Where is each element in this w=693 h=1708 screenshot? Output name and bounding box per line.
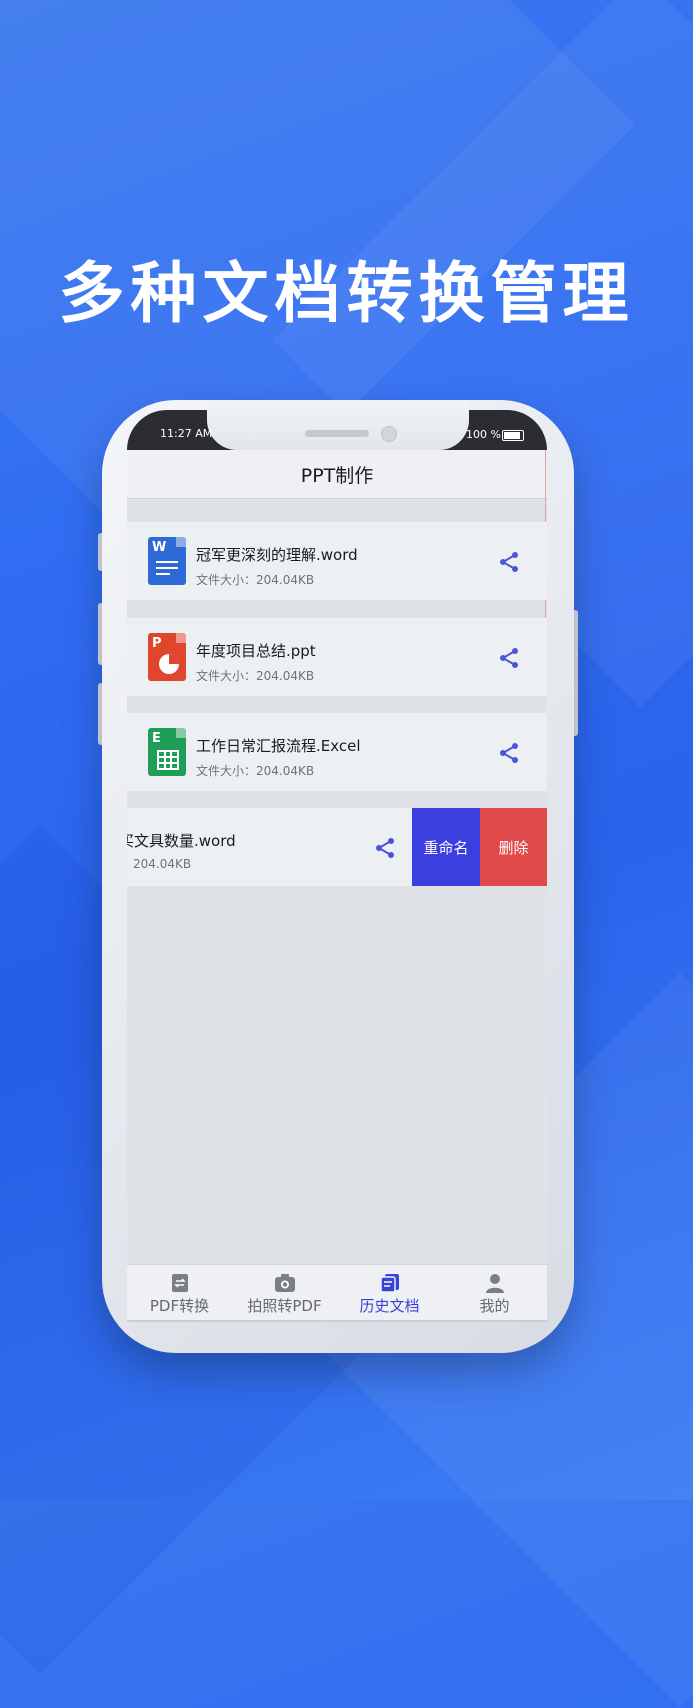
- page-title: PPT制作: [300, 464, 374, 487]
- promo-headline: 多种文档转换管理: [58, 255, 635, 332]
- tab-bar: PDF转换 拍照转PDF 历史文档 我的: [127, 1264, 547, 1322]
- delete-button[interactable]: 删除: [480, 808, 547, 886]
- tab-label: 拍照转PDF: [247, 1297, 322, 1315]
- share-icon[interactable]: [497, 550, 521, 574]
- camera-icon: [274, 1274, 295, 1292]
- phone-camera: [381, 426, 397, 442]
- share-icon[interactable]: [373, 836, 397, 860]
- share-icon[interactable]: [497, 741, 521, 765]
- status-battery: 100 %: [466, 428, 501, 441]
- rename-button[interactable]: 重命名: [412, 808, 480, 886]
- app-screen: PPT制作 W 冠军更深刻的理解.word 文件大小：204.04KB P 年度…: [127, 450, 547, 1322]
- file-name: 工作日常汇报流程.Excel: [196, 737, 361, 755]
- excel-file-icon: E: [148, 728, 186, 776]
- nav-bar: PPT制作: [127, 450, 547, 499]
- file-list-item[interactable]: W 冠军更深刻的理解.word 文件大小：204.04KB: [127, 522, 547, 600]
- tab-history-docs[interactable]: 历史文档: [337, 1265, 442, 1322]
- file-size: 文件大小：204.04KB: [196, 669, 315, 683]
- tab-label: PDF转换: [149, 1297, 210, 1315]
- file-list-item[interactable]: E 工作日常汇报流程.Excel 文件大小：204.04KB: [127, 713, 547, 791]
- tab-mine[interactable]: 我的: [442, 1265, 547, 1322]
- battery-icon: [502, 430, 524, 441]
- file-size: 204.04KB: [133, 857, 192, 871]
- file-name: 冠军更深刻的理解.word: [196, 546, 358, 564]
- file-list-item-swiped[interactable]: 买文具数量.word 204.04KB 重命名 删除: [127, 808, 547, 886]
- history-doc-icon: [379, 1274, 399, 1293]
- user-icon: [485, 1274, 504, 1293]
- tab-label: 历史文档: [359, 1297, 420, 1315]
- file-size: 文件大小：204.04KB: [196, 764, 315, 778]
- tab-pdf-convert[interactable]: PDF转换: [127, 1265, 232, 1322]
- share-icon[interactable]: [497, 646, 521, 670]
- status-time: 11:27 AM: [160, 427, 213, 440]
- tab-label: 我的: [479, 1297, 510, 1315]
- phone-speaker: [305, 430, 369, 437]
- word-file-icon: W: [148, 537, 186, 585]
- file-name: 年度项目总结.ppt: [196, 642, 316, 660]
- file-name: 买文具数量.word: [127, 832, 236, 850]
- home-indicator: [127, 1320, 547, 1322]
- file-list-item[interactable]: P 年度项目总结.ppt 文件大小：204.04KB: [127, 618, 547, 696]
- tab-photo-to-pdf[interactable]: 拍照转PDF: [232, 1265, 337, 1322]
- ppt-file-icon: P: [148, 633, 186, 681]
- file-size: 文件大小：204.04KB: [196, 573, 315, 587]
- pdf-convert-icon: [171, 1274, 188, 1292]
- phone-notch: [207, 400, 469, 450]
